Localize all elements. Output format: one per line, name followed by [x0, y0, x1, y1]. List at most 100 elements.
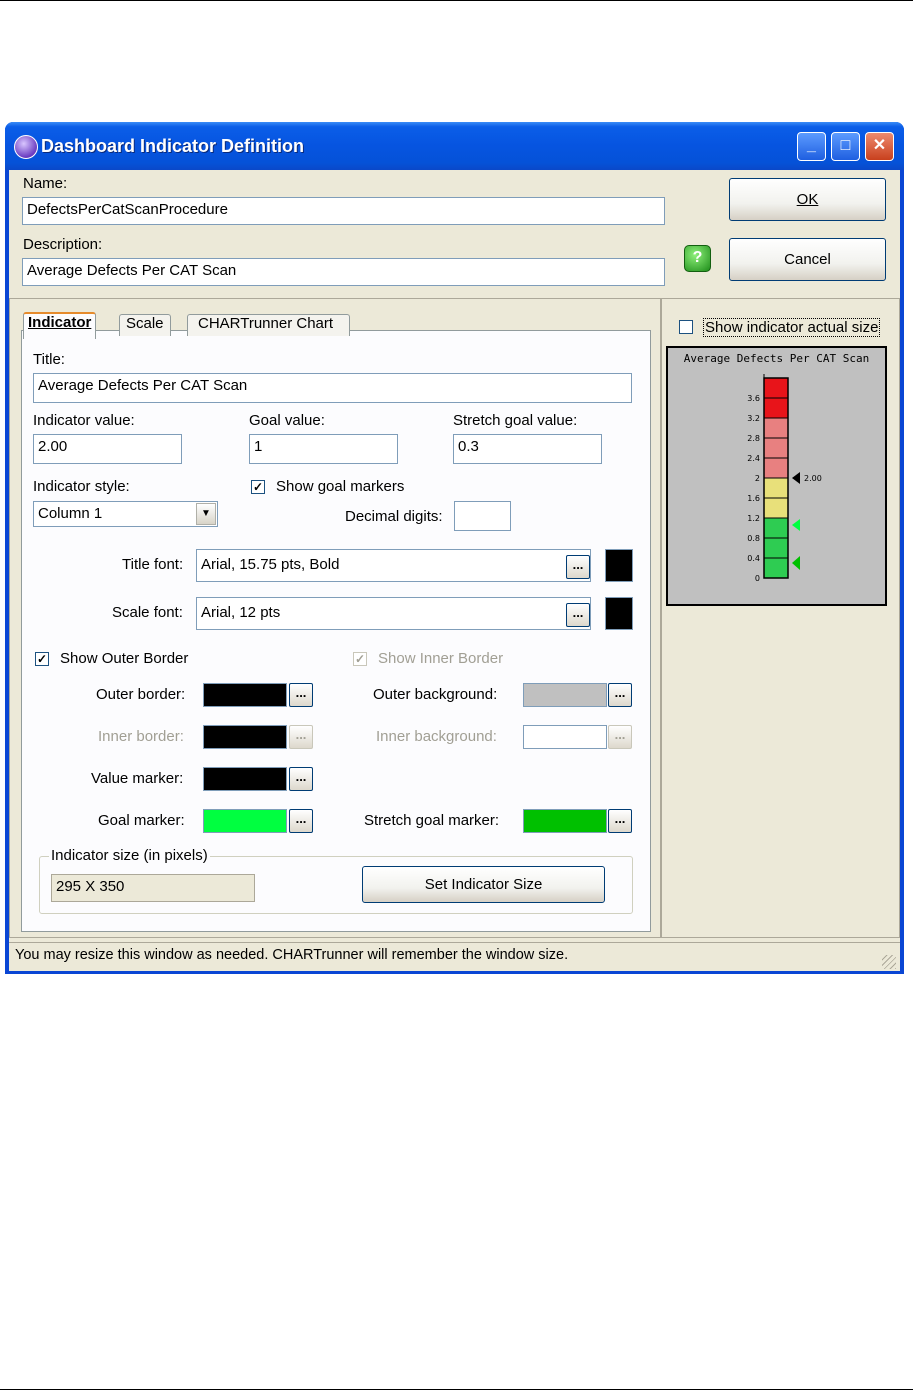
- stretch-goal-marker-browse-button[interactable]: ...: [608, 809, 632, 833]
- gauge-tick-label: 1.2: [747, 514, 760, 523]
- goal-value-input[interactable]: 1: [249, 434, 398, 464]
- title-font-browse-button[interactable]: ...: [566, 555, 590, 579]
- goal-marker: [792, 519, 800, 531]
- indicator-style-select[interactable]: Column 1 ▼: [33, 501, 218, 527]
- indicator-style-label: Indicator style:: [33, 478, 130, 495]
- show-goal-markers-checkbox[interactable]: ✓: [251, 480, 265, 494]
- gauge-tick-label: 0.4: [747, 554, 760, 563]
- tab-indicator-label: Indicator: [28, 314, 92, 331]
- ok-button[interactable]: OK: [729, 178, 886, 221]
- set-indicator-size-button[interactable]: Set Indicator Size: [362, 866, 605, 903]
- show-outer-border-label: Show Outer Border: [60, 650, 189, 667]
- close-button[interactable]: ✕: [865, 132, 894, 161]
- title-label: Title:: [33, 351, 65, 368]
- stretch-goal-marker: [792, 556, 800, 570]
- gauge-tick-label: 2.8: [747, 434, 760, 443]
- value-marker-label: Value marker:: [91, 770, 184, 787]
- goal-value-label: Goal value:: [249, 412, 325, 429]
- title-input[interactable]: Average Defects Per CAT Scan: [33, 373, 632, 403]
- indicator-value-label: Indicator value:: [33, 412, 135, 429]
- indicator-size-field: 295 X 350: [51, 874, 255, 902]
- outer-border-label: Outer border:: [96, 686, 186, 703]
- description-label: Description:: [23, 236, 103, 253]
- gauge-tick-label: 2: [755, 474, 760, 483]
- cancel-label: Cancel: [784, 251, 831, 268]
- maximize-button[interactable]: □: [831, 132, 860, 161]
- resize-grip-icon[interactable]: [882, 955, 896, 969]
- name-input[interactable]: DefectsPerCatScanProcedure: [22, 197, 665, 225]
- decimal-digits-input[interactable]: [454, 501, 511, 531]
- status-text: You may resize this window as needed. CH…: [15, 947, 569, 963]
- stretch-goal-input[interactable]: 0.3: [453, 434, 602, 464]
- goal-marker-browse-button[interactable]: ...: [289, 809, 313, 833]
- gauge-tick-label: 3.2: [747, 414, 760, 423]
- value-marker-browse-button[interactable]: ...: [289, 767, 313, 791]
- outer-border-browse-button[interactable]: ...: [289, 683, 313, 707]
- outer-background-swatch[interactable]: [523, 683, 607, 707]
- set-indicator-size-label: Set Indicator Size: [424, 876, 543, 893]
- gauge-chart: 3.6 3.2 2.8 2.4 2 1.6 1.2 0.8 0.4 0 2.00: [747, 374, 822, 583]
- page-top-rule: [0, 0, 913, 1]
- title-font-color[interactable]: [605, 549, 633, 582]
- stretch-goal-label: Stretch goal value:: [453, 412, 578, 429]
- inner-background-browse-button[interactable]: ...: [608, 725, 632, 749]
- title-bar[interactable]: Dashboard Indicator Definition _ □ ✕: [5, 122, 904, 170]
- gauge-band-0: [764, 518, 788, 578]
- cancel-button[interactable]: Cancel: [729, 238, 886, 281]
- scale-font-label: Scale font:: [112, 604, 183, 621]
- gauge-tick-label: 1.6: [747, 494, 760, 503]
- stretch-goal-marker-swatch[interactable]: [523, 809, 607, 833]
- value-marker-label: 2.00: [804, 474, 822, 483]
- gauge-tick-label: 2.4: [747, 454, 760, 463]
- stretch-goal-marker-label: Stretch goal marker:: [364, 812, 500, 829]
- dialog-window: Dashboard Indicator Definition _ □ ✕ Nam…: [5, 122, 904, 974]
- tab-scale-label: Scale: [126, 315, 164, 332]
- name-label: Name:: [23, 175, 68, 192]
- gauge-tick-label: 0.8: [747, 534, 760, 543]
- minimize-button[interactable]: _: [797, 132, 826, 161]
- indicator-style-value: Column 1: [38, 505, 103, 522]
- app-icon: [14, 135, 38, 159]
- scale-font-field: Arial, 12 pts: [196, 597, 591, 630]
- gauge-band-2: [764, 418, 788, 478]
- value-marker: [792, 472, 800, 484]
- window-title: Dashboard Indicator Definition: [41, 136, 305, 156]
- decimal-digits-label: Decimal digits:: [345, 508, 443, 525]
- scale-font-color[interactable]: [605, 597, 633, 630]
- inner-border-browse-button[interactable]: ...: [289, 725, 313, 749]
- chevron-down-icon[interactable]: ▼: [196, 503, 216, 525]
- outer-border-swatch[interactable]: [203, 683, 287, 707]
- description-input[interactable]: Average Defects Per CAT Scan: [22, 258, 665, 286]
- show-inner-border-checkbox[interactable]: ✓: [353, 652, 367, 666]
- title-font-field: Arial, 15.75 pts, Bold: [196, 549, 591, 582]
- tab-indicator[interactable]: Indicator: [23, 312, 97, 339]
- indicator-preview: Average Defects Per CAT Scan 3.6 3.2 2.8 2.…: [666, 346, 887, 606]
- show-outer-border-checkbox[interactable]: ✓: [35, 652, 49, 666]
- indicator-value-input[interactable]: 2.00: [33, 434, 182, 464]
- show-actual-size-label: Show indicator actual size: [703, 318, 881, 337]
- tab-chartrunner-chart-label: CHARTrunner Chart: [198, 315, 334, 332]
- status-bar: You may resize this window as needed. CH…: [9, 942, 900, 971]
- outer-background-label: Outer background:: [373, 686, 498, 703]
- inner-border-swatch[interactable]: [203, 725, 287, 749]
- help-icon[interactable]: ?: [684, 245, 711, 272]
- tab-scale[interactable]: Scale: [119, 314, 171, 336]
- value-marker-swatch[interactable]: [203, 767, 287, 791]
- title-font-label: Title font:: [122, 556, 184, 573]
- goal-marker-label: Goal marker:: [98, 812, 185, 829]
- tab-chartrunner-chart[interactable]: CHARTrunner Chart: [187, 314, 351, 336]
- inner-background-swatch[interactable]: [523, 725, 607, 749]
- inner-background-label: Inner background:: [376, 728, 497, 745]
- gauge-tick-label: 3.6: [747, 394, 760, 403]
- show-goal-markers-label: Show goal markers: [276, 478, 405, 495]
- ok-label: OK: [796, 191, 819, 208]
- show-actual-size-checkbox[interactable]: [679, 320, 693, 334]
- goal-marker-swatch[interactable]: [203, 809, 287, 833]
- scale-font-browse-button[interactable]: ...: [566, 603, 590, 627]
- dialog-client: Name: DefectsPerCatScanProcedure Descrip…: [9, 170, 900, 971]
- inner-border-label: Inner border:: [98, 728, 184, 745]
- page-bottom-rule: [0, 1389, 913, 1390]
- outer-background-browse-button[interactable]: ...: [608, 683, 632, 707]
- indicator-size-group-label: Indicator size (in pixels): [49, 847, 210, 864]
- show-inner-border-label: Show Inner Border: [378, 650, 504, 667]
